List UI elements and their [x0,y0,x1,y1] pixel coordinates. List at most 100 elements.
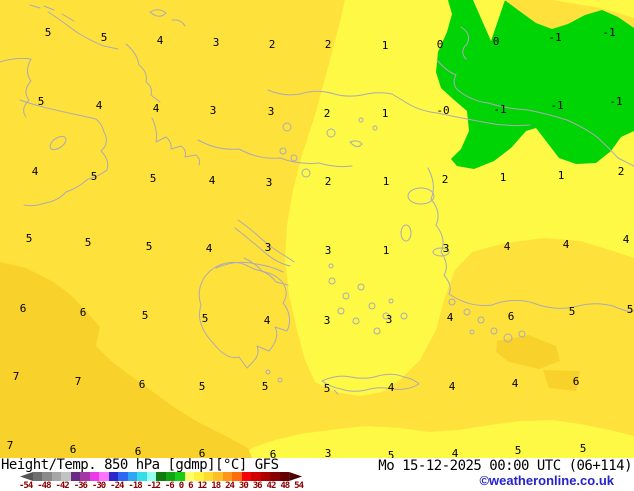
colorbar-cell [261,472,270,481]
temp-label: 4 [623,233,630,246]
temp-label: 4 [563,238,570,251]
colorbar-cell [80,472,89,481]
temp-label: 5 [580,442,587,455]
temp-label: 0 [437,38,444,51]
temp-label: 3 [266,176,273,189]
temp-label: 7 [13,370,20,383]
temp-label: 5 [38,95,45,108]
colorbar-cell [175,472,184,481]
colorbar-left-arrow [20,472,33,481]
colorbar-cell [242,472,251,481]
temp-label: 5 [146,240,153,253]
colorbar-cell [61,472,70,481]
temp-label: 5 [142,309,149,322]
temp-label: 3 [265,241,272,254]
temp-label: 2 [325,38,332,51]
copyright-watermark: ©weatheronline.co.uk [479,473,614,488]
temp-label: 7 [7,439,14,452]
temp-label: 5 [85,236,92,249]
temp-label: 5 [324,382,331,395]
temp-label: 3 [213,36,220,49]
temp-label: 2 [324,107,331,120]
temp-label: 1 [382,39,389,52]
temp-label: 4 [449,380,456,393]
temp-label: 4 [264,314,271,327]
temp-label: 3 [386,313,393,326]
colorbar-cell [137,472,146,481]
temperature-values-layer: 554322100-1-15443321-0-1-1-1455432121125… [0,0,634,458]
temp-label: -1 [493,103,506,116]
temp-label: 4 [209,174,216,187]
temp-label: -0 [436,104,449,117]
temp-label: 2 [269,38,276,51]
colorbar-cell [33,472,42,481]
colorbar-cell [194,472,203,481]
temp-label: 5 [627,303,634,316]
temp-label: 3 [325,244,332,257]
temp-label: 6 [139,378,146,391]
temp-label: 1 [383,175,390,188]
temp-label: 5 [199,380,206,393]
temp-label: 4 [388,381,395,394]
temp-label: 4 [96,99,103,112]
temp-label: 1 [383,244,390,257]
temp-label: 1 [500,171,507,184]
temp-label: 6 [573,375,580,388]
temp-label: 7 [75,375,82,388]
temp-label: -1 [550,99,563,112]
colorbar-cell [213,472,222,481]
colorbar-cell [251,472,260,481]
weather-map-page: 554322100-1-15443321-0-1-1-1455432121125… [0,0,634,490]
colorbar-cell [185,472,194,481]
temp-label: 5 [388,449,395,458]
temp-label: 3 [325,447,332,458]
temperature-colorbar [20,472,302,481]
legend-footer: Height/Temp. 850 hPa [gdmp][°C] GFS Mo 1… [0,458,634,490]
temp-label: 6 [135,445,142,458]
temp-label: -1 [602,26,615,39]
colorbar-cell [71,472,80,481]
temp-label: 0 [493,35,500,48]
temperature-map: 554322100-1-15443321-0-1-1-1455432121125… [0,0,634,458]
temp-label: 3 [443,242,450,255]
colorbar-cell [270,472,279,481]
temp-label: 4 [153,102,160,115]
temp-label: 5 [91,170,98,183]
temp-label: 5 [101,31,108,44]
temp-label: -1 [609,95,622,108]
temp-label: 3 [268,105,275,118]
temp-label: 5 [569,305,576,318]
colorbar-cell [223,472,232,481]
temp-label: 1 [558,169,565,182]
temp-label: 3 [210,104,217,117]
temp-label: -1 [548,31,561,44]
temp-label: 5 [150,172,157,185]
colorbar-cell [52,472,61,481]
temp-label: 5 [26,232,33,245]
map-title: Height/Temp. 850 hPa [gdmp][°C] GFS [1,457,279,473]
temp-label: 4 [447,311,454,324]
colorbar-cell [128,472,137,481]
temp-label: 4 [206,242,213,255]
temp-label: 5 [202,312,209,325]
colorbar-cell [99,472,108,481]
temp-label: 1 [382,107,389,120]
temp-label: 4 [32,165,39,178]
temp-label: 6 [70,443,77,456]
temp-label: 2 [442,173,449,186]
colorbar-cell [204,472,213,481]
temp-label: 3 [324,314,331,327]
colorbar-cell [42,472,51,481]
valid-time-label: Mo 15-12-2025 00:00 UTC (06+114) [378,458,632,474]
temp-label: 5 [515,444,522,457]
temp-label: 4 [504,240,511,253]
colorbar-cell [118,472,127,481]
temp-label: 2 [618,165,625,178]
temp-label: 6 [20,302,27,315]
temp-label: 4 [512,377,519,390]
temp-label: 6 [508,310,515,323]
colorbar-cell [90,472,99,481]
temp-label: 5 [45,26,52,39]
colorbar-cell [109,472,118,481]
temp-label: 4 [157,34,164,47]
